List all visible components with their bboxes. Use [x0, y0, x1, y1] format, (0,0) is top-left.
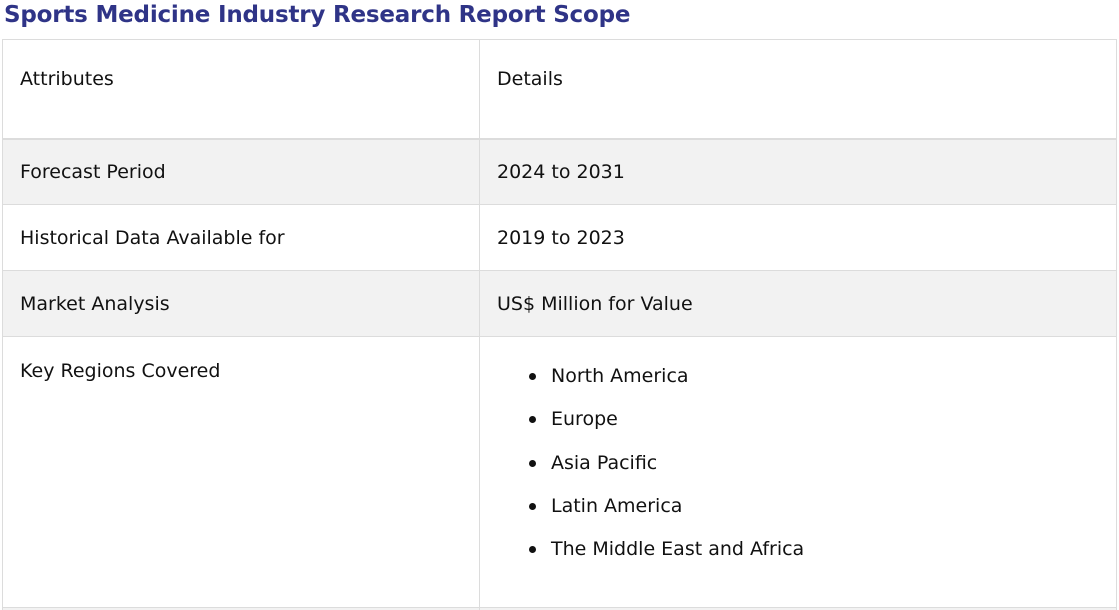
list-item: The Middle East and Africa — [527, 536, 1104, 579]
attribute-cell: Forecast Period — [2, 138, 480, 205]
header-details: Details — [479, 39, 1117, 140]
table-header-row: Attributes Details — [2, 39, 1117, 140]
table-row: Forecast Period 2024 to 2031 — [2, 138, 1117, 205]
attribute-cell: Historical Data Available for — [2, 204, 480, 271]
report-scope-table: Attributes Details Forecast Period 2024 … — [2, 39, 1117, 610]
attribute-cell: Market Analysis — [2, 270, 480, 337]
list-item: Asia Pacific — [527, 450, 1104, 493]
table-row-regions: Key Regions Covered North America Europe… — [2, 336, 1117, 608]
list-item: Europe — [527, 406, 1104, 449]
list-item: North America — [527, 363, 1104, 406]
details-cell: North America Europe Asia Pacific Latin … — [479, 336, 1117, 608]
table-row: Historical Data Available for 2019 to 20… — [2, 204, 1117, 271]
details-cell: US$ Million for Value — [479, 270, 1117, 337]
region-list: North America Europe Asia Pacific Latin … — [497, 363, 1104, 579]
page-title: Sports Medicine Industry Research Report… — [4, 2, 631, 28]
table-row: Market Analysis US$ Million for Value — [2, 270, 1117, 337]
report-scope-page: Sports Medicine Industry Research Report… — [0, 0, 1119, 610]
details-cell: 2019 to 2023 — [479, 204, 1117, 271]
attribute-cell: Key Regions Covered — [2, 336, 480, 608]
list-item: Latin America — [527, 493, 1104, 536]
header-attributes: Attributes — [2, 39, 480, 140]
details-cell: 2024 to 2031 — [479, 138, 1117, 205]
